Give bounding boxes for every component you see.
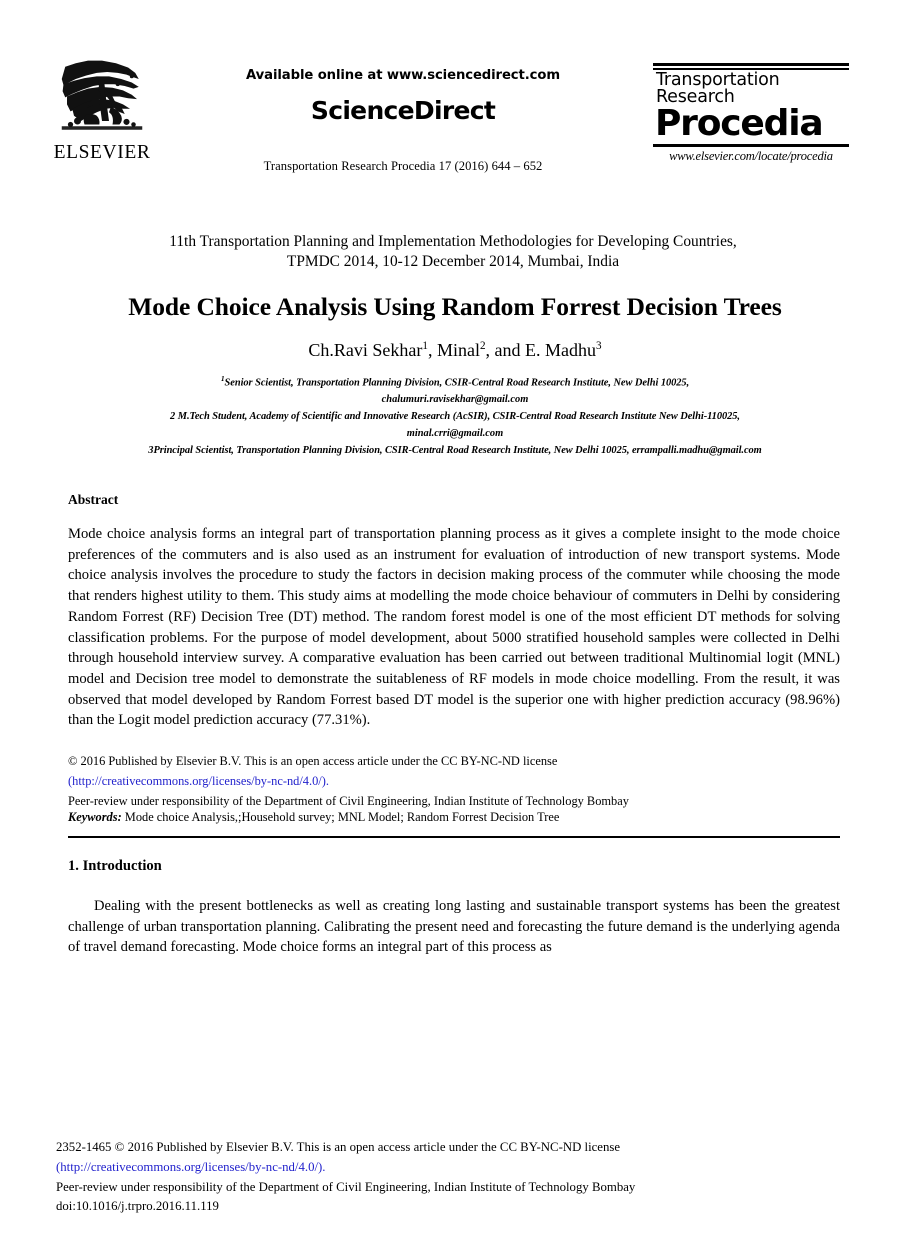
affiliation-2-marker: 2: [170, 411, 176, 423]
footer-doi: doi:10.1016/j.trpro.2016.11.119: [56, 1199, 219, 1214]
peer-review-line: Peer-review under responsibility of the …: [68, 794, 629, 809]
abstract-heading: Abstract: [68, 492, 119, 507]
footer-peer-review: Peer-review under responsibility of the …: [56, 1179, 636, 1194]
journal-logo-procedia: Procedia: [655, 103, 824, 145]
page-footer: 2352-1465 © 2016 Published by Elsevier B…: [56, 1138, 846, 1217]
elsevier-wordmark: ELSEVIER: [53, 142, 151, 163]
affiliation-1-text: Senior Scientist, Transportation Plannin…: [224, 377, 690, 389]
conference-line-1: 11th Transportation Planning and Impleme…: [169, 233, 737, 250]
available-online-text: Available online at www.sciencedirect.co…: [246, 68, 560, 83]
keywords-line: Keywords: Mode choice Analysis,;Househol…: [68, 810, 840, 825]
footer-license-link[interactable]: (http://creativecommons.org/licenses/by-…: [56, 1158, 846, 1178]
paper-page: ELSEVIER Available online at www.science…: [0, 0, 907, 1238]
affiliations: 1Senior Scientist, Transportation Planni…: [58, 373, 852, 460]
introduction-heading: 1. Introduction: [68, 858, 162, 874]
section-divider: [68, 836, 840, 838]
sciencedirect-wordmark: ScienceDirect: [310, 96, 496, 125]
journal-reference: Transportation Research Procedia 17 (201…: [263, 159, 543, 173]
affiliation-2-text: M.Tech Student, Academy of Scientific an…: [177, 411, 740, 423]
license-link[interactable]: (http://creativecommons.org/licenses/by-…: [68, 771, 840, 791]
author-list: Ch.Ravi Sekhar1, Minal2, and E. Madhu3: [308, 340, 602, 360]
elsevier-tree-icon: [61, 60, 143, 130]
affiliation-1-email: chalumuri.ravisekhar@gmail.com: [381, 394, 529, 406]
conference-line-2: TPMDC 2014, 10-12 December 2014, Mumbai,…: [286, 253, 620, 271]
affiliation-1: 1Senior Scientist, Transportation Planni…: [58, 373, 852, 392]
masthead: ELSEVIER Available online at www.science…: [0, 0, 907, 210]
introduction-body: Dealing with the present bottlenecks as …: [68, 898, 840, 956]
affiliation-3: 3Principal Scientist, Transportation Pla…: [58, 443, 852, 460]
affiliation-2: 2 M.Tech Student, Academy of Scientific …: [58, 409, 852, 426]
license-line-1: © 2016 Published by Elsevier B.V. This i…: [68, 754, 558, 768]
keywords-value: Mode choice Analysis,;Household survey; …: [121, 810, 560, 824]
sciencedirect-header: Available online at www.sciencedirect.co…: [188, 68, 618, 174]
affiliation-3-text: Principal Scientist, Transportation Plan…: [153, 444, 762, 456]
page-title: Mode Choice Analysis Using Random Forres…: [128, 292, 782, 321]
journal-logo-url: www.elsevier.com/locate/procedia: [669, 149, 833, 164]
elsevier-logo: ELSEVIER: [50, 58, 154, 163]
journal-logo: Transportation Research Procedia www.els…: [653, 63, 849, 164]
logo-rule-bottom: [653, 144, 849, 148]
conference-line: 11th Transportation Planning and Impleme…: [88, 232, 818, 273]
keywords-label: Keywords:: [68, 810, 122, 824]
footer-line-1: 2352-1465 © 2016 Published by Elsevier B…: [56, 1140, 621, 1154]
license-block: © 2016 Published by Elsevier B.V. This i…: [68, 751, 840, 811]
affiliation-2-email: minal.crri@gmail.com: [406, 428, 504, 439]
abstract-body: Mode choice analysis forms an integral p…: [68, 526, 840, 729]
logo-rule-top: [653, 63, 849, 66]
